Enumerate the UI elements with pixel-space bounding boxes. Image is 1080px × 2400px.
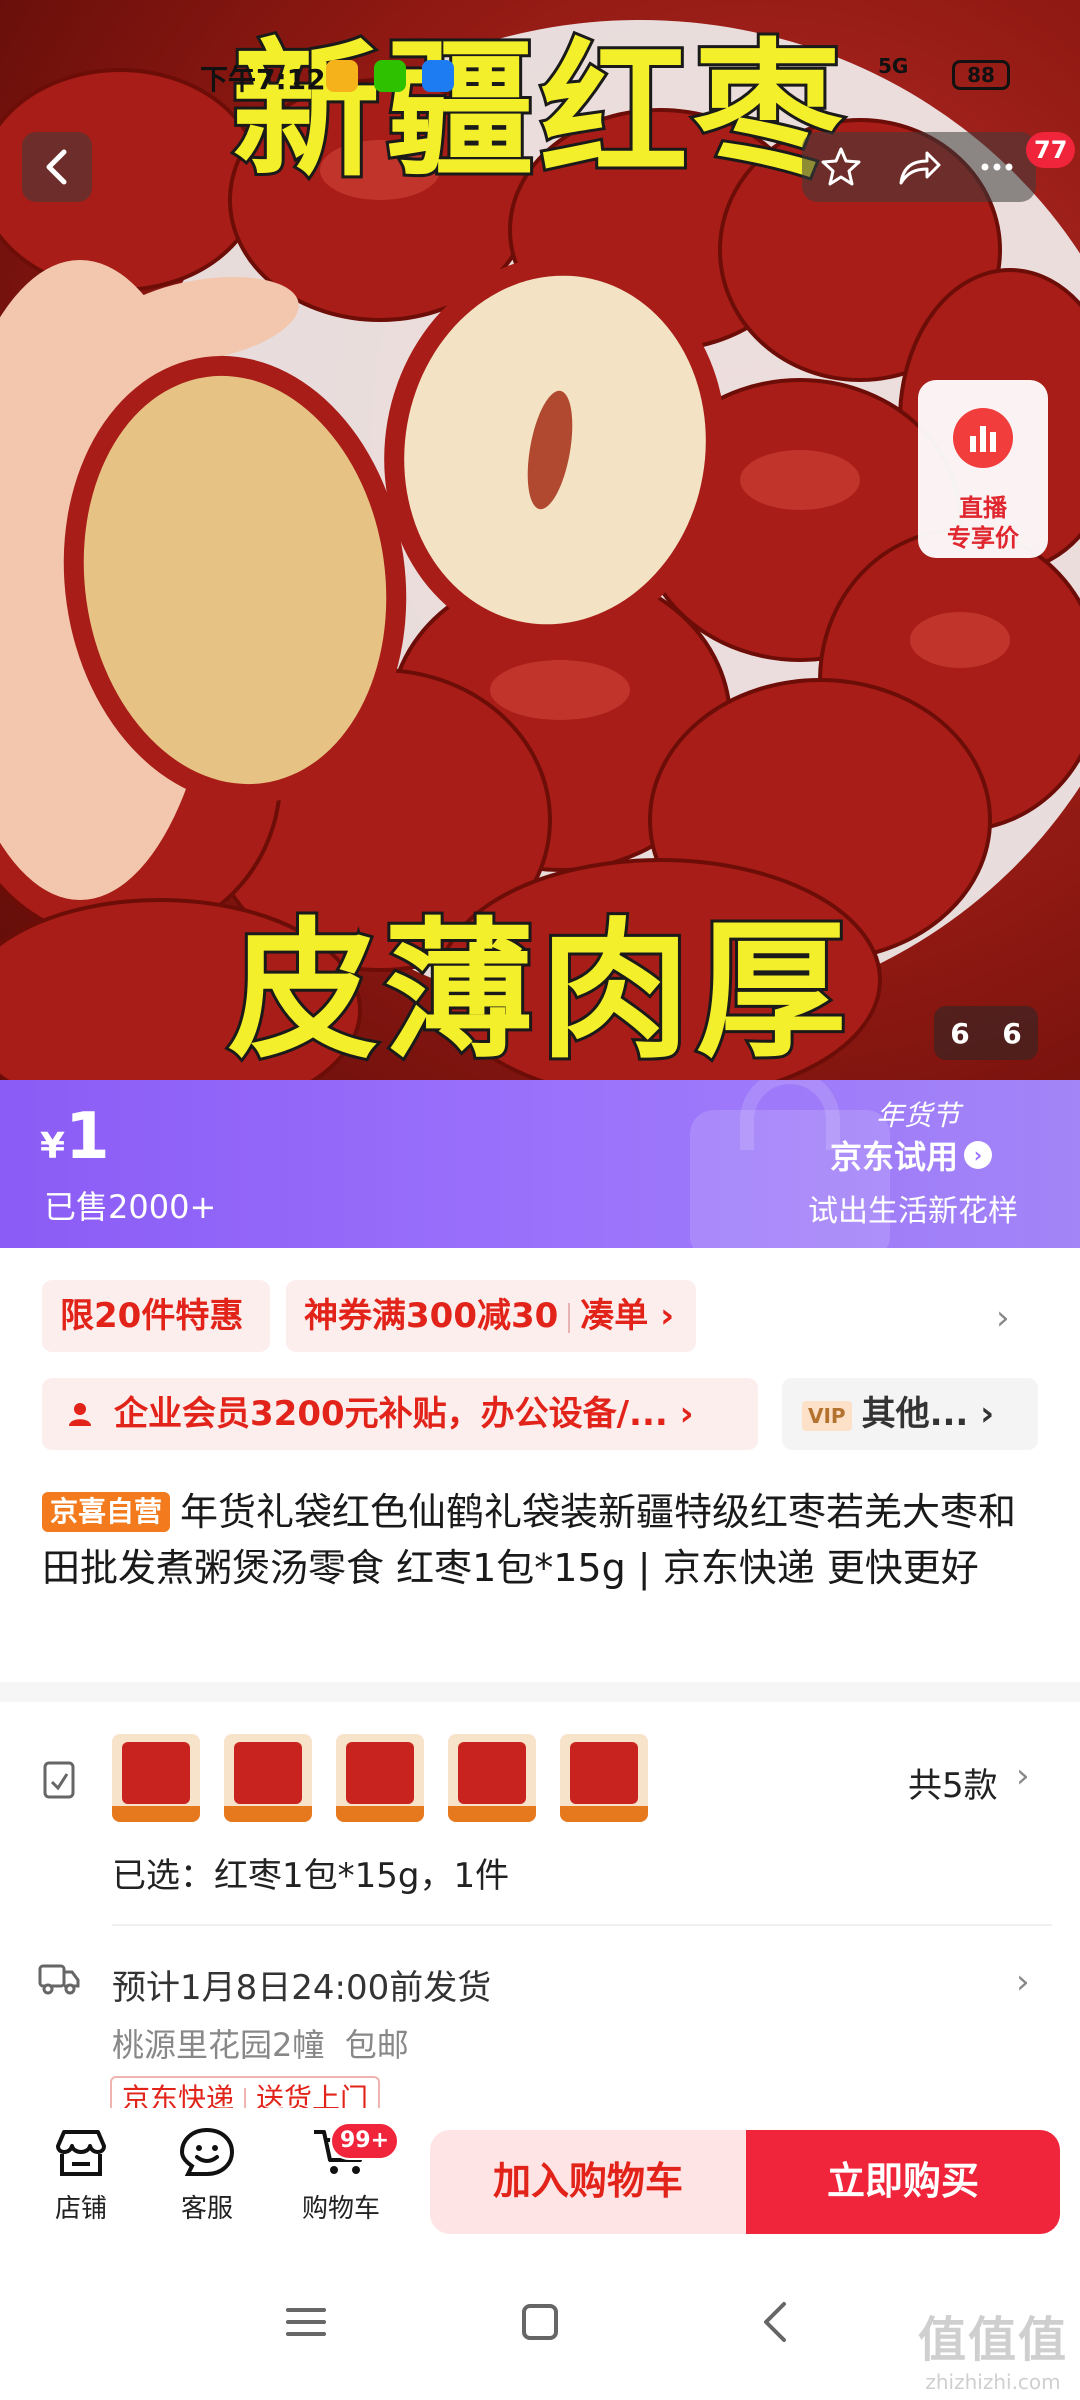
store-button[interactable]: 店铺 (26, 2126, 136, 2225)
triangle-back-icon (764, 2302, 786, 2342)
image-counter: 6 6 (934, 1006, 1038, 1060)
favorite-button[interactable] (802, 132, 880, 202)
product-image-carousel[interactable]: 新疆红枣 皮薄肉厚 下午7:12 5G 88 77 直播 专享价 6 6 (0, 0, 1080, 1080)
cart-count-badge: 99+ (330, 2122, 400, 2160)
enterprise-label: 企业会员3200元补贴，办公设备/... (114, 1394, 668, 1434)
coupon-label: 神券满300减30 (304, 1296, 559, 1336)
chevron-right-icon: › (964, 1141, 993, 1169)
back-button[interactable] (22, 132, 92, 202)
vip-badge: VIP (802, 1400, 852, 1431)
shipping-estimate[interactable]: 预计1月8日24:00前发货 (112, 1960, 491, 2009)
coupon-tag[interactable]: 神券满300减30 凑单 › (286, 1280, 696, 1352)
enterprise-subsidy-tag[interactable]: 企业会员3200元补贴，办公设备/... › (42, 1378, 758, 1450)
bottom-action-bar: 店铺 客服 购物车 99+ 加入购物车 立即购买 (0, 2108, 1080, 2248)
store-label: 店铺 (54, 2194, 107, 2224)
coupon-action: 凑单 (580, 1296, 649, 1336)
address-text: 桃源里花园2幢 (112, 2026, 325, 2064)
browser-app-icon (422, 60, 454, 92)
share-icon (899, 151, 941, 185)
network-indicator: 5G (878, 54, 909, 78)
variant-thumbnail[interactable] (112, 1734, 200, 1822)
vip-label: 其他... (861, 1394, 969, 1434)
truck-icon (38, 1964, 80, 1995)
header-actions (802, 132, 1036, 202)
variant-select-icon (43, 1761, 75, 1799)
status-bar: 下午7:12 5G 88 (0, 52, 1080, 102)
customer-service-button[interactable]: 客服 (152, 2126, 262, 2225)
wechat-icon (374, 60, 406, 92)
service-label: 客服 (180, 2194, 233, 2224)
menu-icon (286, 2308, 326, 2336)
section-divider (0, 1682, 1080, 1702)
product-title-text: 年货礼袋红色仙鹤礼袋装新疆特级红枣若羌大枣和田批发煮粥煲汤零食 红枣1包*15g… (42, 1490, 1017, 1590)
status-time: 下午7:12 (200, 63, 326, 96)
system-back-button[interactable] (736, 2292, 816, 2352)
festival-tag: 年货节 (876, 1099, 961, 1132)
buy-now-button[interactable]: 立即购买 (746, 2130, 1060, 2234)
variant-count[interactable]: 共5款 (908, 1758, 998, 1807)
trial-label: 京东试用 (830, 1138, 959, 1176)
user-icon (69, 1403, 91, 1426)
shipping-address[interactable]: 桃源里花园2幢 包邮 (112, 2020, 409, 2066)
promo-chevron-icon[interactable]: › (996, 1298, 1010, 1338)
price-banner: ¥1 已售2000+ 年货节 京东试用 › 试出生活新花样 (0, 1080, 1080, 1248)
image-counter-total: 6 (1002, 1016, 1022, 1050)
chevron-left-icon (46, 149, 67, 185)
notification-app-icon (326, 60, 358, 92)
trial-subtitle: 试出生活新花样 (808, 1194, 1018, 1229)
live-price-card[interactable]: 直播 专享价 (918, 380, 1048, 558)
share-button[interactable] (880, 132, 958, 202)
square-home-icon (522, 2304, 558, 2340)
selected-variant[interactable]: 已选：红枣1包*15g，1件 (112, 1848, 509, 1897)
price: ¥1 (40, 1100, 110, 1174)
product-title: 京喜自营 年货礼袋红色仙鹤礼袋装新疆特级红枣若羌大枣和田批发煮粥煲汤零食 红枣1包… (42, 1484, 1042, 1596)
chevron-right-icon[interactable]: › (1016, 1962, 1030, 2002)
variant-thumbnail[interactable] (336, 1734, 424, 1822)
chat-face-icon (179, 2127, 235, 2176)
star-icon (821, 147, 861, 186)
watermark-site: zhizhizhi.com (925, 2370, 1061, 2394)
price-value: 1 (65, 1100, 110, 1174)
sold-count: 已售2000+ (44, 1188, 217, 1226)
live-stream-icon (953, 408, 1013, 468)
message-count-badge: 77 (1026, 132, 1076, 168)
chevron-right-icon[interactable]: › (1016, 1756, 1030, 1796)
live-price-label: 专享价 (947, 524, 1019, 552)
more-button[interactable] (958, 132, 1036, 202)
variant-thumbnail[interactable] (560, 1734, 648, 1822)
home-button[interactable] (500, 2292, 580, 2352)
site-watermark: 值值值 zhizhizhi.com (918, 2300, 1068, 2394)
variant-thumbnail[interactable] (448, 1734, 536, 1822)
jd-trial-link[interactable]: 京东试用 › (830, 1132, 993, 1178)
limited-offer-tag[interactable]: 限20件特惠 (42, 1280, 270, 1352)
cart-label: 购物车 (301, 2194, 380, 2224)
battery-indicator: 88 (952, 60, 1010, 90)
recent-apps-button[interactable] (266, 2292, 346, 2352)
self-operated-badge: 京喜自营 (42, 1492, 171, 1532)
vip-offer-tag[interactable]: VIP 其他... › (782, 1378, 1038, 1450)
hero-headline-bottom: 皮薄肉厚 (225, 902, 852, 1080)
free-shipping-label: 包邮 (344, 2026, 409, 2064)
row-divider (112, 1924, 1052, 1926)
add-to-cart-button[interactable]: 加入购物车 (430, 2130, 746, 2234)
currency-symbol: ¥ (40, 1126, 66, 1167)
variant-thumbnail[interactable] (224, 1734, 312, 1822)
image-counter-current: 6 (950, 1016, 970, 1050)
watermark-logo: 值值值 (918, 2312, 1069, 2368)
store-icon (56, 2130, 106, 2176)
more-dots-icon (981, 163, 1013, 171)
